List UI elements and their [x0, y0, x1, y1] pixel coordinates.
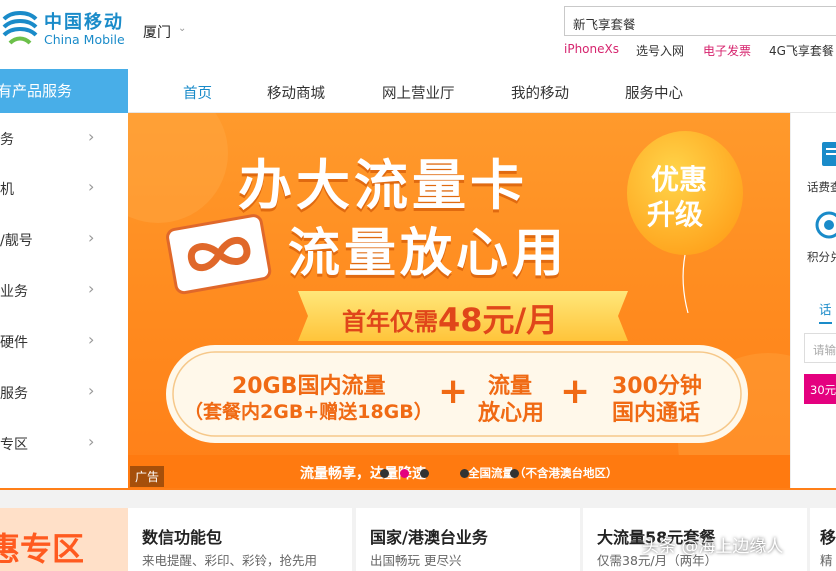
nav-my-mobile[interactable]: 我的移动: [511, 82, 569, 103]
card-subtitle: 来电提醒、彩印、彩铃，抢先用: [142, 553, 318, 568]
promo-banner[interactable]: 办大流量卡 流量放心用 优惠 升级 首年仅需 48元/月 20GB国内流量 （套…: [128, 113, 790, 488]
chevron-right-icon: ›: [88, 279, 95, 298]
chevron-right-icon: ›: [88, 228, 95, 247]
badge-line-1: 优惠: [651, 163, 708, 196]
card-partial[interactable]: 移 精: [810, 508, 836, 571]
sidebar-item-1[interactable]: 务 ›: [0, 113, 128, 163]
price-value: 48元/月: [438, 301, 559, 339]
carousel-dot[interactable]: [420, 469, 429, 478]
quick-service-panel: 话费查 积分兑 话 请输 30元: [790, 113, 836, 488]
price-prefix: 首年仅需: [342, 308, 438, 336]
offer-2-line-2: 放心用: [478, 401, 545, 426]
card-title: 数信功能包: [142, 528, 223, 547]
carousel-dot[interactable]: [380, 469, 389, 478]
carousel-dot[interactable]: [400, 469, 409, 478]
recharge-tab[interactable]: 话: [819, 299, 832, 324]
top-bar: 中国移动 China Mobile 厦门 ⌄ 新飞享套餐 iPhoneXs 选号…: [0, 0, 836, 68]
quick-link-number[interactable]: 选号入网: [636, 42, 684, 59]
points-icon: [815, 211, 836, 239]
recharge-amount-button[interactable]: 30元: [804, 374, 836, 404]
logo-en-text: China Mobile: [44, 32, 125, 47]
category-menu-title[interactable]: 有产品服务: [0, 69, 128, 113]
card-title: 国家/港澳台业务: [370, 528, 488, 547]
sidebar-item-5[interactable]: 硬件 ›: [0, 316, 128, 366]
phone-number-placeholder: 请输: [813, 343, 836, 357]
points-exchange-label: 积分兑: [807, 250, 836, 264]
category-title-text: 有产品服务: [0, 82, 73, 100]
carousel-dot[interactable]: [460, 469, 469, 478]
card-international[interactable]: 国家/港澳台业务 出国畅玩 更尽兴: [356, 508, 580, 571]
sidebar-item-label: 硬件: [0, 335, 28, 351]
nav-online-hall[interactable]: 网上营业厅: [382, 82, 455, 103]
china-mobile-logo[interactable]: 中国移动 China Mobile: [0, 6, 130, 48]
bill-query[interactable]: 话费查: [791, 141, 836, 194]
chevron-right-icon: ›: [88, 381, 95, 400]
banner-headline-2: 流量放心用: [288, 224, 569, 284]
quick-link-invoice[interactable]: 电子发票: [703, 42, 751, 59]
plus-2: +: [560, 371, 591, 412]
sidebar-item-label: /靓号: [0, 233, 33, 249]
carousel-dot[interactable]: [510, 469, 519, 478]
chevron-right-icon: ›: [88, 177, 95, 196]
sidebar-item-label: 务: [0, 132, 14, 148]
sidebar-item-2[interactable]: 机 ›: [0, 163, 128, 213]
category-sidebar: 务 › 机 › /靓号 › 业务 › 硬件 › 服务 › 专区 ›: [0, 113, 128, 488]
quick-link-iphone[interactable]: iPhoneXs: [564, 42, 619, 56]
chevron-down-icon[interactable]: ⌄: [178, 23, 186, 34]
sidebar-item-6[interactable]: 服务 ›: [0, 367, 128, 417]
offer-1-line-1: 20GB国内流量: [232, 374, 386, 399]
offer-1-line-2: （套餐内2GB+赠送18GB）: [184, 401, 433, 423]
card-subtitle: 精: [820, 553, 833, 568]
sidebar-item-7[interactable]: 专区 ›: [0, 418, 128, 468]
card-subtitle: 出国畅玩 更尽兴: [370, 553, 462, 568]
city-selector[interactable]: 厦门: [143, 22, 171, 42]
promo-zone-banner[interactable]: 惠专区: [0, 508, 128, 571]
badge-line-2: 升级: [647, 198, 704, 231]
nav-home[interactable]: 首页: [183, 82, 212, 103]
watermark: 头条 @海上边缘人: [642, 537, 784, 557]
plus-1: +: [438, 371, 469, 412]
logo-icon: [2, 11, 38, 45]
recharge-amount-label: 30元: [810, 383, 836, 397]
sidebar-item-label: 服务: [0, 386, 28, 402]
logo-cn-text: 中国移动: [44, 12, 124, 33]
chevron-right-icon: ›: [88, 127, 95, 146]
sidebar-item-label: 业务: [0, 284, 28, 300]
banner-headline-1: 办大流量卡: [238, 154, 528, 217]
quick-link-4g[interactable]: 4G飞享套餐: [769, 42, 834, 59]
points-exchange[interactable]: 积分兑: [791, 209, 836, 265]
bill-icon: [822, 142, 836, 166]
chevron-right-icon: ›: [88, 330, 95, 349]
ad-label: 广告: [130, 466, 165, 487]
sidebar-item-label: 机: [0, 182, 14, 198]
carousel-dots: [380, 467, 540, 481]
bill-query-label: 话费查: [807, 180, 836, 194]
search-input[interactable]: 新飞享套餐: [564, 6, 836, 36]
phone-number-input[interactable]: 请输: [804, 333, 836, 363]
promo-zone-label: 惠专区: [0, 530, 85, 568]
offer-3-line-2: 国内通话: [612, 401, 701, 426]
sidebar-item-3[interactable]: /靓号 ›: [0, 214, 128, 264]
search-input-value: 新飞享套餐: [573, 17, 636, 32]
sidebar-item-4[interactable]: 业务 ›: [0, 265, 128, 315]
card-call-package[interactable]: 数信功能包 来电提醒、彩印、彩铃，抢先用: [128, 508, 352, 571]
card-title: 移: [820, 528, 836, 547]
chevron-right-icon: ›: [88, 432, 95, 451]
nav-mall[interactable]: 移动商城: [267, 82, 325, 103]
nav-service-center[interactable]: 服务中心: [625, 82, 683, 103]
sidebar-item-label: 专区: [0, 437, 28, 453]
